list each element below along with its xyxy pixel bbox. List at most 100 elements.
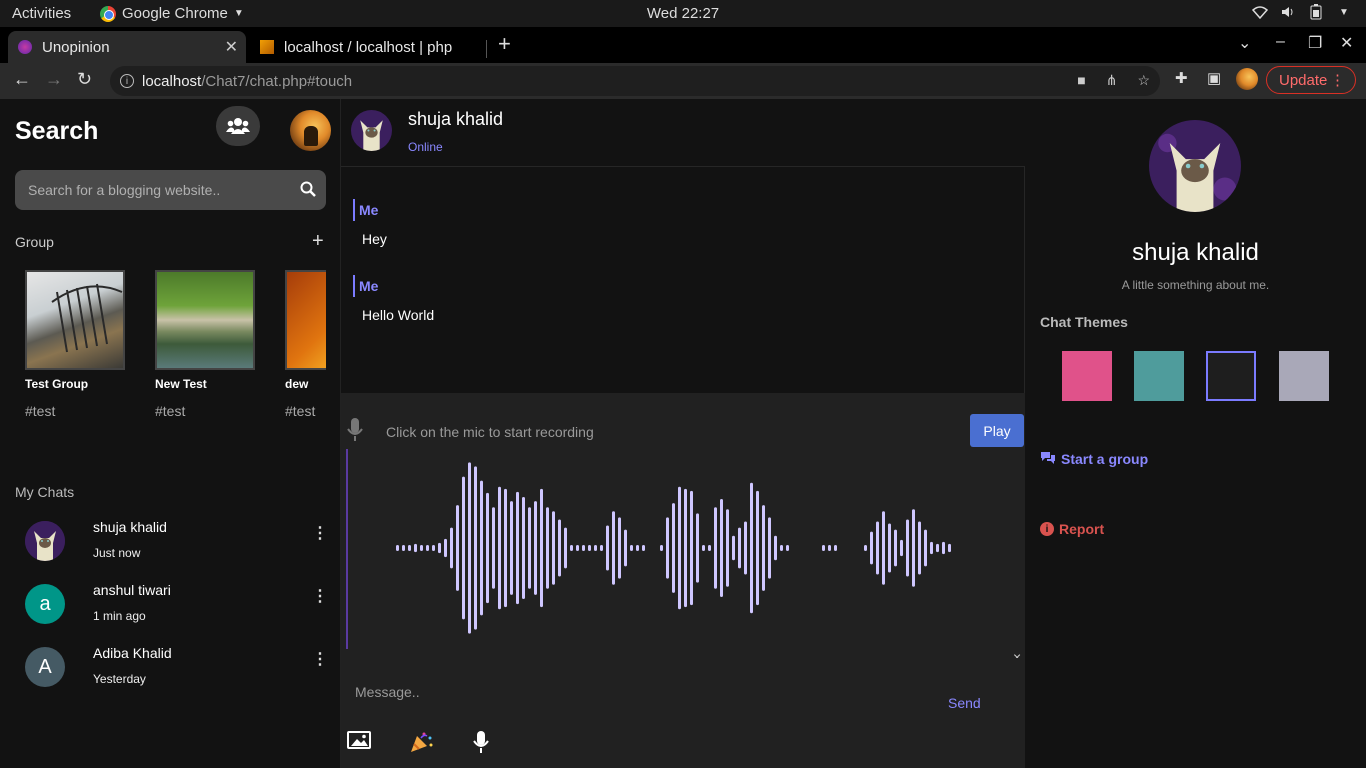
users-button[interactable]: [216, 106, 260, 146]
group-card[interactable]: Test Group #test: [15, 269, 135, 444]
waveform-bars: [396, 462, 951, 634]
close-icon[interactable]: ✕: [225, 37, 238, 57]
chat-header: shuja khalid Online: [341, 99, 1025, 167]
profile-avatar-cat[interactable]: [1149, 120, 1241, 212]
tab-search-chevron-icon[interactable]: ⌄: [1238, 33, 1251, 53]
waveform-bar: [570, 544, 573, 552]
waveform-bar: [468, 462, 471, 634]
contact-avatar[interactable]: [351, 110, 392, 151]
chat-time: 1 min ago: [93, 609, 146, 623]
waveform-bar: [822, 545, 825, 551]
sidebar: Search Group + Test Group #test: [0, 99, 341, 768]
contact-status: Online: [408, 140, 443, 154]
more-vert-icon[interactable]: ⋮: [312, 649, 328, 669]
start-group-button[interactable]: Start a group: [1040, 451, 1148, 467]
send-button[interactable]: Send: [948, 695, 981, 711]
waveform-bar: [510, 501, 513, 595]
party-popper-icon[interactable]: [409, 730, 435, 754]
search-input[interactable]: [15, 182, 285, 198]
side-panel-icon[interactable]: ▣: [1207, 69, 1221, 87]
play-button[interactable]: Play: [970, 414, 1024, 447]
chat-list-item[interactable]: shuja khalid Just now ⋮: [0, 517, 341, 577]
group-tag: #test: [155, 403, 186, 419]
waveform-bar: [486, 492, 489, 604]
theme-swatch-teal[interactable]: [1134, 351, 1184, 401]
address-bar[interactable]: i localhost /Chat7/chat.php#touch ■ ⋔ ☆: [110, 66, 1160, 96]
reload-icon[interactable]: ↻: [77, 69, 92, 90]
update-button[interactable]: Update ⋮: [1266, 66, 1356, 94]
maximize-icon[interactable]: ❐: [1308, 33, 1322, 53]
tab-unopinion[interactable]: Unopinion ✕: [8, 31, 246, 63]
composer-actions: [347, 730, 507, 760]
tab-phpmyadmin[interactable]: localhost / localhost | php: [250, 31, 486, 63]
app-menu[interactable]: Google Chrome ▼: [100, 5, 244, 22]
waveform-bar: [912, 509, 915, 587]
waveform-bar: [474, 466, 477, 630]
waveform-bar: [696, 513, 699, 583]
theme-swatch-dark[interactable]: [1206, 351, 1256, 401]
bookmark-star-icon[interactable]: ☆: [1137, 72, 1150, 89]
chat-list-item[interactable]: a anshul tiwari 1 min ago ⋮: [0, 580, 341, 640]
theme-swatch-gray[interactable]: [1279, 351, 1329, 401]
more-vert-icon[interactable]: ⋮: [312, 586, 328, 606]
waveform-bar: [630, 545, 633, 551]
forward-arrow-icon[interactable]: →: [45, 69, 63, 90]
volume-icon: [1280, 4, 1296, 20]
chat-app: Search Group + Test Group #test: [0, 99, 1366, 768]
waveform-bar: [594, 545, 597, 551]
waveform-bar: [522, 497, 525, 599]
activities-button[interactable]: Activities: [12, 5, 71, 22]
waveform-bar: [750, 482, 753, 614]
sidebar-title: Search: [15, 117, 99, 145]
waveform-bar: [450, 527, 453, 569]
chevron-down-icon: ▼: [233, 8, 244, 19]
theme-swatch-pink[interactable]: [1062, 351, 1112, 401]
waveform-bar: [888, 523, 891, 573]
report-button[interactable]: i Report: [1040, 521, 1104, 537]
info-icon[interactable]: i: [120, 74, 134, 88]
add-group-plus-icon[interactable]: +: [312, 230, 324, 253]
voice-recorder: Click on the mic to start recording Play…: [341, 393, 1025, 665]
waveform-bar: [516, 491, 519, 605]
microphone-icon[interactable]: [347, 417, 363, 443]
waveform-bar: [780, 545, 783, 551]
waveform-bar: [726, 509, 729, 587]
waveform-bar: [906, 519, 909, 577]
group-section-label: Group: [15, 234, 54, 250]
profile-name: shuja khalid: [1132, 239, 1259, 266]
comments-icon: [1040, 451, 1056, 467]
group-card[interactable]: New Test #test: [145, 269, 265, 444]
waveform-bar: [414, 543, 417, 553]
browser-toolbar: ← → ↻ i localhost /Chat7/chat.php#touch …: [0, 63, 1366, 99]
waveform-bar: [456, 505, 459, 591]
more-vert-icon[interactable]: ⋮: [312, 523, 328, 543]
waveform-bar: [834, 545, 837, 551]
chat-name: Adiba Khalid: [93, 645, 172, 661]
waveform-bar: [666, 517, 669, 579]
chat-list-item[interactable]: A Adiba Khalid Yesterday ⋮: [0, 643, 341, 703]
microphone-icon[interactable]: [473, 730, 489, 754]
minimize-icon[interactable]: –: [1276, 33, 1285, 51]
group-name: New Test: [155, 377, 207, 391]
waveform-bar: [552, 511, 555, 585]
tab-separator: [486, 40, 487, 58]
report-label: Report: [1059, 521, 1105, 537]
info-circle-icon: i: [1040, 522, 1054, 536]
new-tab-plus-icon[interactable]: +: [498, 31, 511, 57]
extensions-puzzle-icon[interactable]: ✚: [1175, 69, 1188, 87]
share-icon[interactable]: ⋔: [1106, 72, 1118, 89]
close-window-icon[interactable]: ✕: [1340, 33, 1353, 53]
letter-avatar: a: [25, 584, 65, 624]
group-card[interactable]: dew #test: [275, 269, 326, 444]
message-input[interactable]: [355, 680, 915, 704]
group-tag: #test: [285, 403, 316, 419]
profile-avatar[interactable]: [1236, 68, 1258, 90]
search-icon[interactable]: [300, 181, 316, 197]
camera-icon[interactable]: ■: [1077, 72, 1085, 89]
waveform-bar: [534, 501, 537, 595]
image-icon[interactable]: [347, 730, 371, 750]
back-arrow-icon[interactable]: ←: [13, 69, 31, 90]
recorder-hint: Click on the mic to start recording: [386, 424, 594, 440]
system-tray[interactable]: ▼: [1252, 4, 1352, 20]
my-avatar[interactable]: [290, 110, 331, 151]
